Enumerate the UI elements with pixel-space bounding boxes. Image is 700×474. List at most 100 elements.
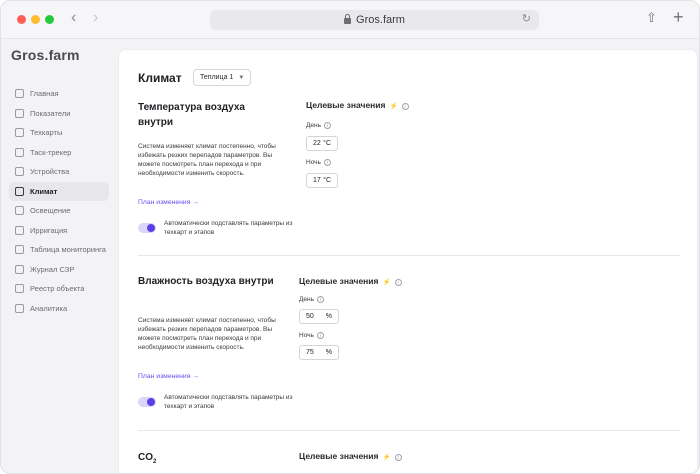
day-humidity-input[interactable]: 50 % <box>299 309 339 324</box>
auto-toggle[interactable] <box>138 223 156 233</box>
day-label: День i <box>306 122 331 129</box>
minimize-window-button[interactable] <box>31 15 40 24</box>
night-humidity-input[interactable]: 75 % <box>299 345 339 360</box>
forward-arrow-icon[interactable]: › <box>93 9 98 27</box>
night-label: Ночь i <box>306 159 331 166</box>
sun-icon <box>15 206 24 216</box>
sidebar-item-lighting[interactable]: Освещение <box>9 201 109 221</box>
sidebar-item-analytics[interactable]: Аналитика <box>9 299 109 319</box>
sidebar-item-irrigation[interactable]: Ирригация <box>9 221 109 241</box>
info-icon[interactable]: i <box>316 332 324 339</box>
share-icon[interactable]: ⇧ <box>646 10 657 26</box>
url-text: Gros.farm <box>356 14 405 26</box>
info-icon[interactable]: i <box>394 454 402 461</box>
device-icon <box>15 167 24 177</box>
targets-title-text: Целевые значения <box>299 451 379 461</box>
divider <box>138 430 680 431</box>
sidebar-item-label: Ирригация <box>30 225 68 235</box>
sidebar-item-label: Освещение <box>30 206 71 216</box>
sidebar-item-indicators[interactable]: Показатели <box>9 104 109 124</box>
night-label-text: Ночь <box>306 159 321 166</box>
sidebar-item-label: Техкарты <box>30 128 63 138</box>
info-icon[interactable]: i <box>323 159 331 166</box>
sidebar-item-label: Таск-трекер <box>30 147 72 157</box>
close-window-button[interactable] <box>17 15 26 24</box>
sidebar-item-home[interactable]: Главная <box>9 84 109 104</box>
sidebar-item-devices[interactable]: Устройства <box>9 162 109 182</box>
night-temperature-input[interactable]: 17 °C <box>306 173 338 188</box>
info-icon[interactable]: i <box>394 279 402 286</box>
sidebar-item-task-tracker[interactable]: Таск-трекер <box>9 143 109 163</box>
chart-icon <box>15 108 24 118</box>
browser-window: ‹ › Gros.farm ↻ ⇧ + Gros.farm Главная По… <box>0 0 700 474</box>
sidebar-item-label: Климат <box>30 186 58 196</box>
app-logo[interactable]: Gros.farm <box>11 47 80 63</box>
auto-toggle[interactable] <box>138 397 156 407</box>
chevron-down-icon: ▼ <box>238 74 245 81</box>
plan-link[interactable]: План изменения → <box>138 199 199 206</box>
night-temperature-value: 17 <box>313 177 321 184</box>
sidebar-item-label: Устройства <box>30 167 70 177</box>
section-title: Температура воздуха внутри <box>138 102 245 128</box>
drop-icon <box>15 225 24 235</box>
info-icon[interactable]: i <box>317 296 324 303</box>
targets-title: Целевые значения ⚡ i <box>299 276 402 286</box>
bolt-icon: ⚡ <box>389 103 398 110</box>
greenhouse-select-value: Теплица 1 <box>200 74 234 81</box>
section-description: Система изменяет климат постепенно, чтоб… <box>138 143 276 177</box>
toggle-knob <box>147 398 155 406</box>
home-icon <box>15 89 24 99</box>
targets-title-text: Целевые значения <box>306 100 386 110</box>
bolt-icon: ⚡ <box>382 454 391 461</box>
reload-icon[interactable]: ↻ <box>522 12 531 25</box>
sidebar-item-label: Таблица мониторинга <box>30 245 106 255</box>
back-arrow-icon[interactable]: ‹ <box>71 9 76 27</box>
unit-label: % <box>325 313 332 320</box>
registry-icon <box>15 284 24 294</box>
section-title-text: CO <box>138 452 153 463</box>
address-bar[interactable]: Gros.farm ↻ <box>210 10 539 30</box>
new-tab-icon[interactable]: + <box>673 7 684 28</box>
day-label: День i <box>299 296 324 303</box>
day-humidity-value: 50 <box>306 313 314 320</box>
sidebar-item-climate[interactable]: Климат <box>9 181 109 201</box>
auto-label: Автоматически подставлять параметры из т… <box>164 394 293 410</box>
main-content: Климат Теплица 1 ▼ Температура воздуха в… <box>118 49 698 473</box>
section-description: Система изменяет климат постепенно, чтоб… <box>138 317 276 351</box>
info-icon[interactable]: i <box>324 122 331 129</box>
task-icon <box>15 147 24 157</box>
night-humidity-value: 75 <box>306 349 314 356</box>
sidebar-item-label: Реестр объекта <box>30 284 85 294</box>
section-title-subscript: 2 <box>153 459 157 465</box>
lock-icon <box>344 14 352 24</box>
day-label-text: День <box>299 296 314 303</box>
day-temperature-input[interactable]: 22 °C <box>306 136 338 151</box>
targets-title: Целевые значения ⚡ i <box>299 451 402 461</box>
sidebar-item-label: Журнал СЗР <box>30 264 75 274</box>
zoom-window-button[interactable] <box>45 15 54 24</box>
night-label: Ночь i <box>299 332 324 339</box>
sidebar-item-journal[interactable]: Журнал СЗР <box>9 260 109 280</box>
night-label-text: Ночь <box>299 332 314 339</box>
climate-icon <box>15 186 24 196</box>
sidebar-item-techcards[interactable]: Техкарты <box>9 123 109 143</box>
divider <box>138 255 680 256</box>
bolt-icon: ⚡ <box>382 279 391 286</box>
unit-label: °C <box>323 140 331 147</box>
sidebar-item-label: Аналитика <box>30 303 68 313</box>
sidebar-item-label: Главная <box>30 89 59 99</box>
day-label-text: День <box>306 122 321 129</box>
section-title: Влажность воздуха внутри <box>138 276 274 287</box>
unit-label: °C <box>323 177 331 184</box>
sidebar-item-registry[interactable]: Реестр объекта <box>9 279 109 299</box>
greenhouse-select[interactable]: Теплица 1 ▼ <box>193 69 252 86</box>
table-icon <box>15 245 24 255</box>
targets-title-text: Целевые значения <box>299 276 379 286</box>
plan-link[interactable]: План изменения → <box>138 373 199 380</box>
sidebar-menu: Главная Показатели Техкарты Таск-трекер … <box>9 84 109 318</box>
sidebar-item-monitoring-table[interactable]: Таблица мониторинга <box>9 240 109 260</box>
journal-icon <box>15 264 24 274</box>
section-title: CO2 <box>138 450 278 470</box>
info-icon[interactable]: i <box>401 103 409 110</box>
day-temperature-value: 22 <box>313 140 321 147</box>
